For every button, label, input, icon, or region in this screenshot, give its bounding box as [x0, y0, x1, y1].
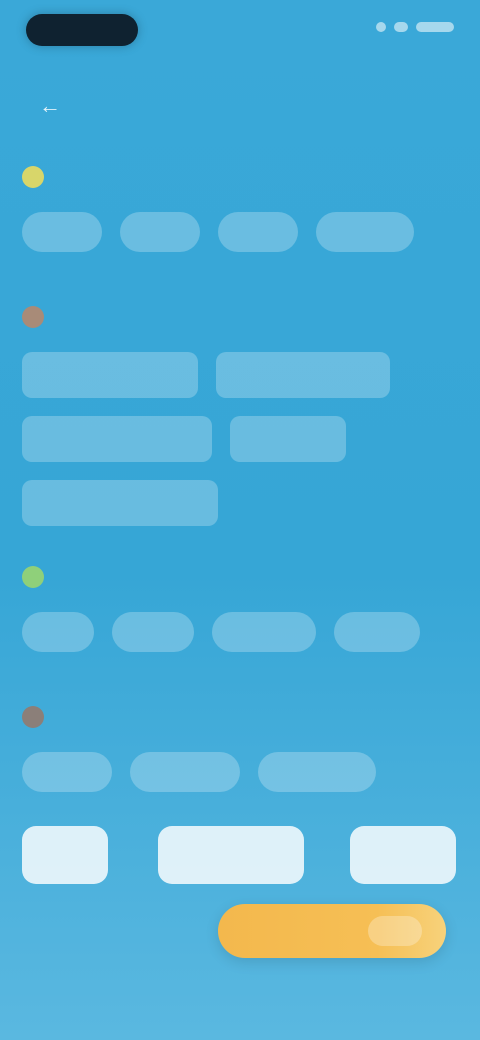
section-2-options [22, 352, 458, 526]
signal-icon [376, 22, 386, 32]
status-icons [376, 22, 454, 32]
option-chip[interactable] [22, 752, 112, 792]
status-bar [0, 0, 480, 64]
section-1-icon [22, 166, 44, 188]
section-4-header [22, 700, 458, 734]
status-time-pill [26, 14, 138, 46]
section-4-options [22, 752, 458, 792]
battery-icon [416, 22, 454, 32]
option-chip[interactable] [316, 212, 414, 252]
section-3-header [22, 560, 458, 594]
option-chip[interactable] [22, 612, 94, 652]
option-chip[interactable] [112, 612, 194, 652]
section-2 [22, 300, 458, 526]
section-3-options [22, 612, 458, 652]
footer [0, 900, 480, 964]
option-chip[interactable] [22, 212, 102, 252]
section-1 [22, 160, 458, 252]
action-row [0, 826, 480, 884]
section-3 [22, 560, 458, 652]
action-button-right[interactable] [350, 826, 456, 884]
section-1-options [22, 212, 458, 252]
section-1-header [22, 160, 458, 194]
section-4 [22, 700, 458, 792]
back-arrow-icon[interactable]: ← [32, 88, 68, 124]
section-3-icon [22, 566, 44, 588]
option-chip[interactable] [212, 612, 316, 652]
option-chip[interactable] [230, 416, 346, 462]
header: ← [0, 76, 480, 132]
option-chip[interactable] [120, 212, 200, 252]
option-chip[interactable] [216, 352, 390, 398]
option-chip[interactable] [22, 352, 198, 398]
primary-submit-button[interactable] [218, 904, 446, 958]
wifi-icon [394, 22, 408, 32]
option-chip[interactable] [22, 416, 212, 462]
primary-button-highlight [368, 916, 422, 946]
action-button-center[interactable] [158, 826, 304, 884]
option-chip[interactable] [258, 752, 376, 792]
option-chip[interactable] [130, 752, 240, 792]
option-chip[interactable] [334, 612, 420, 652]
action-button-left[interactable] [22, 826, 108, 884]
option-chip[interactable] [218, 212, 298, 252]
section-2-icon [22, 306, 44, 328]
section-2-header [22, 300, 458, 334]
section-4-icon [22, 706, 44, 728]
option-chip[interactable] [22, 480, 218, 526]
